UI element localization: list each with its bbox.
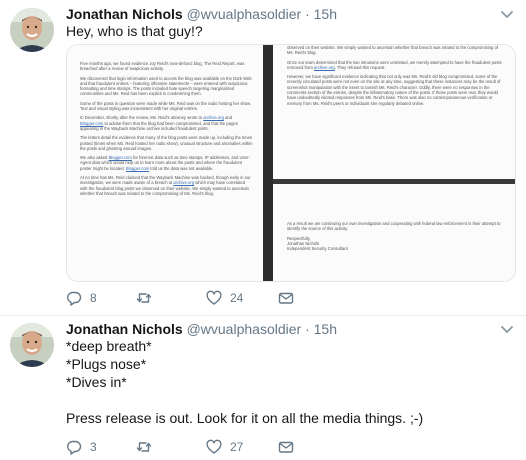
document-text: Some of the posts in question were made …	[80, 100, 252, 112]
document-paragraph: observed on their website. We simply wan…	[287, 45, 505, 56]
tweet-text: *deep breath* *Plugs nose* *Dives in* Pr…	[66, 338, 424, 426]
document-link: Blogger.com	[125, 165, 150, 171]
reply-count: 3	[90, 440, 97, 454]
author-handle[interactable]: @wvualphasoldier	[187, 6, 302, 22]
document-paragraph: As a result we are continuing our own in…	[287, 221, 505, 232]
tweet-actions: 8 24	[66, 288, 486, 308]
author-name[interactable]: Jonathan Nichols	[66, 6, 183, 22]
document-left-text: Five months ago, we found evidence Joy R…	[80, 61, 253, 196]
tweet-header: Jonathan Nichols @wvualphasoldier · 15h	[66, 320, 337, 338]
document-text: Five months ago, we found evidence Joy R…	[80, 61, 245, 72]
speech-bubble-icon	[67, 440, 82, 455]
heart-icon	[206, 290, 222, 305]
document-link: Blogger.com	[108, 155, 132, 161]
document-text: In December, shortly after the review, M…	[80, 115, 204, 121]
document-paragraph: In December, shortly after the review, M…	[80, 115, 253, 131]
author-name[interactable]: Jonathan Nichols	[66, 321, 183, 337]
separator-dot: ·	[305, 321, 310, 337]
document-text: We also asked	[80, 155, 109, 161]
document-text: However, we have significant evidence in…	[287, 74, 501, 106]
avatar[interactable]	[10, 8, 54, 52]
timestamp[interactable]: 15h	[314, 321, 337, 337]
avatar-photo	[10, 323, 54, 367]
document-text: As a result we are continuing our own in…	[287, 221, 501, 232]
document-paragraph: We discovered that login information use…	[80, 76, 253, 97]
chevron-down-icon[interactable]	[500, 7, 514, 21]
like-count: 24	[230, 291, 244, 305]
document-text: to advise them that the blog had been co…	[80, 120, 238, 131]
document-paragraph: However, we have significant evidence in…	[287, 74, 505, 106]
tweet-header: Jonathan Nichols @wvualphasoldier · 15h	[66, 5, 337, 23]
document-link: archive.org	[173, 180, 195, 186]
like-count: 27	[230, 440, 244, 454]
document-link: archive.org	[314, 64, 335, 70]
like-button[interactable]: 27	[206, 437, 243, 457]
reply-button[interactable]: 3	[66, 437, 97, 457]
tweet-actions: 3 27	[66, 437, 486, 457]
document-paragraph: Respectfully, Jonathan Nichols Independe…	[287, 236, 505, 252]
speech-bubble-icon	[67, 291, 82, 306]
document-text: observed on their website. We simply wan…	[287, 45, 499, 56]
retweet-arrows-icon	[136, 293, 152, 303]
chevron-down-icon[interactable]	[500, 322, 514, 336]
document-paragraph: Five months ago, we found evidence Joy R…	[80, 61, 253, 72]
retweet-button[interactable]	[136, 437, 160, 457]
reply-button[interactable]: 8	[66, 288, 97, 308]
document-text: told us the data was not available.	[149, 165, 214, 171]
avatar[interactable]	[10, 323, 54, 367]
document-divider	[273, 179, 515, 184]
document-paragraph: We also asked Blogger.com for forensic d…	[80, 155, 253, 171]
document-page-right: observed on their website. We simply wan…	[273, 45, 515, 281]
separator-dot: ·	[305, 6, 310, 22]
retweet-button[interactable]	[136, 288, 160, 308]
document-paragraph: Once our team determined that the two in…	[287, 60, 505, 71]
document-text: We discovered that login information use…	[80, 75, 252, 97]
document-page-left: Five months ago, we found evidence Joy R…	[67, 45, 273, 281]
author-handle[interactable]: @wvualphasoldier	[187, 321, 302, 337]
direct-message-button[interactable]	[278, 288, 294, 308]
document-paragraph: The letters detail the evidence that man…	[80, 135, 253, 151]
like-button[interactable]: 24	[206, 288, 243, 308]
document-paragraph: At no time has Ms. Reid claimed that the…	[80, 175, 253, 196]
retweet-arrows-icon	[136, 442, 152, 452]
document-text: and	[223, 115, 233, 121]
timestamp[interactable]: 15h	[314, 6, 337, 22]
document-link: Blogger.com	[80, 120, 104, 126]
tweet-text: Hey, who is that guy!?	[66, 23, 203, 39]
document-right-top-text: observed on their website. We simply wan…	[287, 45, 505, 110]
avatar-photo	[10, 8, 54, 52]
tweet[interactable]: Jonathan Nichols @wvualphasoldier · 15h …	[0, 0, 526, 316]
document-text: . They refused this request.	[334, 64, 386, 70]
envelope-icon	[278, 441, 294, 453]
document-text: Respectfully, Jonathan Nichols Independe…	[287, 235, 348, 252]
heart-icon	[206, 439, 222, 454]
tweet[interactable]: Jonathan Nichols @wvualphasoldier · 15h …	[0, 317, 526, 460]
tweet-media-image[interactable]: Five months ago, we found evidence Joy R…	[66, 44, 516, 282]
envelope-icon	[278, 292, 294, 304]
document-text: The letters detail the evidence that man…	[80, 135, 253, 151]
document-paragraph: Some of the posts in question were made …	[80, 101, 253, 112]
document-link: archive.org	[203, 115, 224, 121]
direct-message-button[interactable]	[278, 437, 294, 457]
reply-count: 8	[90, 291, 97, 305]
document-right-bottom-text: As a result we are continuing our own in…	[287, 221, 505, 255]
